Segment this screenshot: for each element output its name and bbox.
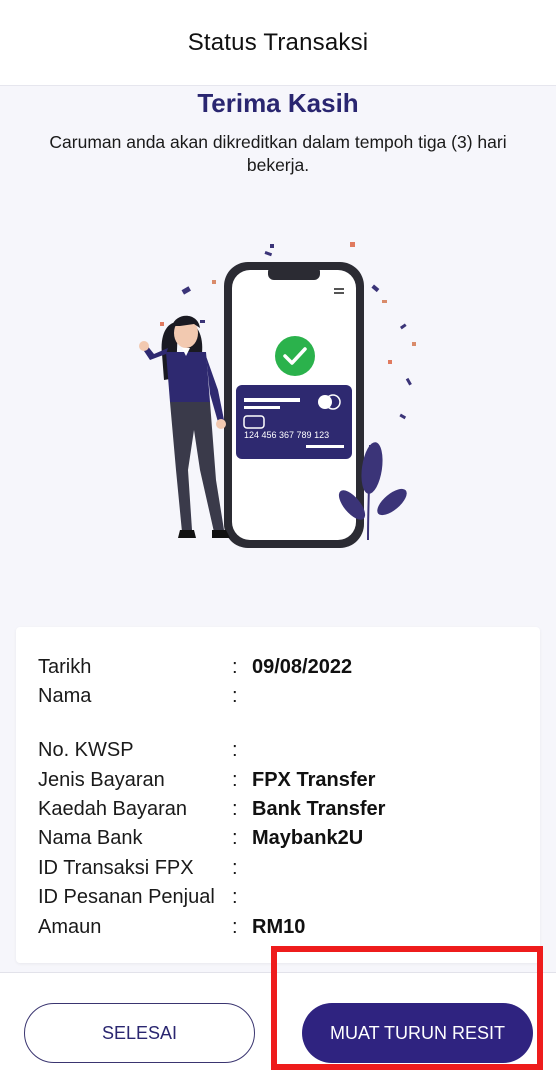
woman-figure	[139, 315, 230, 538]
confirmation-message: Caruman anda akan dikreditkan dalam temp…	[49, 132, 507, 175]
detail-label: Nama Bank	[38, 827, 143, 849]
success-check-icon	[275, 336, 315, 376]
detail-row-fpx-id: ID Transaksi FPX :	[38, 854, 528, 882]
app-header: Status Transaksi	[0, 0, 556, 86]
detail-row-kwsp: No. KWSP :	[38, 736, 528, 764]
detail-row-payment-method: Kaedah Bayaran : Bank Transfer	[38, 795, 528, 823]
detail-row-payment-type: Jenis Bayaran : FPX Transfer	[38, 766, 528, 794]
detail-label: Amaun	[38, 916, 102, 938]
detail-row-name: Nama :	[38, 682, 528, 710]
detail-value: 09/08/2022	[252, 656, 353, 678]
done-button[interactable]: SELESAI	[24, 1003, 255, 1063]
detail-value: Maybank2U	[252, 827, 364, 849]
detail-row-merchant-order-id: ID Pesanan Penjual :	[38, 883, 528, 911]
transaction-details-card: Tarikh : 09/08/2022 Nama : No. KWSP : Je…	[16, 627, 540, 963]
detail-label: Jenis Bayaran	[38, 769, 165, 791]
detail-label: ID Pesanan Penjual	[38, 886, 215, 908]
detail-label: Tarikh	[38, 656, 92, 678]
detail-row-date: Tarikh : 09/08/2022	[38, 653, 528, 681]
detail-label: ID Transaksi FPX	[38, 857, 194, 879]
page-title: Status Transaksi	[187, 28, 369, 56]
detail-value: Bank Transfer	[252, 798, 386, 820]
thank-you-heading: Terima Kasih	[197, 88, 359, 118]
detail-label: No. KWSP	[38, 739, 134, 761]
detail-value: FPX Transfer	[252, 769, 376, 791]
payment-success-illustration: 124 456 367 789 123	[139, 242, 416, 548]
detail-row-bank: Nama Bank : Maybank2U	[38, 824, 528, 852]
card-number: 124 456 367 789 123	[244, 430, 329, 440]
download-receipt-button[interactable]: MUAT TURUN RESIT	[302, 1003, 533, 1063]
detail-value: RM10	[252, 916, 306, 938]
detail-label: Nama	[38, 685, 92, 707]
detail-row-amount: Amaun : RM10	[38, 913, 528, 941]
action-footer: SELESAI MUAT TURUN RESIT	[0, 972, 556, 1080]
detail-label: Kaedah Bayaran	[38, 798, 188, 820]
